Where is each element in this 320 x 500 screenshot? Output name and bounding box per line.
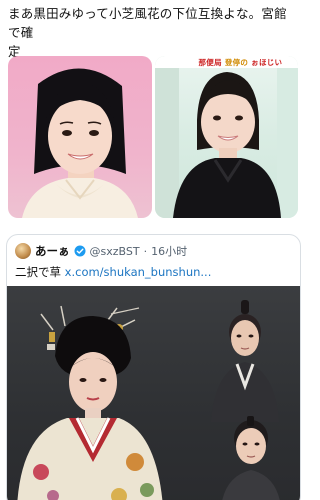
post-body: まあ黒田みゆって小芝風花の下位互換よな。宮館で確 定	[8, 4, 298, 61]
quoted-tweet-card[interactable]: あーぁ @sxzBST · 16小时 二択で草 x.com/shukan_bun…	[6, 234, 301, 500]
user-handle[interactable]: @sxzBST	[90, 245, 140, 258]
post-photo-left[interactable]	[8, 56, 152, 218]
post-photo-right[interactable]: 那便局 登停の ぉほじい	[154, 56, 298, 218]
quoted-tweet-text: 二択で草 x.com/shukan_bunshun...	[15, 264, 211, 280]
quoted-tweet-photo[interactable]	[7, 286, 300, 500]
meta-separator: ·	[143, 244, 148, 258]
avatar[interactable]	[15, 243, 31, 259]
drama-cast-illustration	[17, 300, 280, 500]
post-timestamp[interactable]: 16小时	[151, 243, 187, 259]
post-media-grid: 那便局 登停の ぉほじい	[8, 56, 298, 218]
quoted-tweet-link[interactable]: x.com/shukan_bunshun...	[65, 265, 212, 279]
portrait-illustration	[154, 56, 298, 218]
tv-caption-banner: 那便局 登停の ぉほじい	[198, 58, 283, 67]
post-view: まあ黒田みゆって小芝風花の下位互換よな。宮館で確 定 那便局 登停の ぉほじい …	[0, 0, 306, 500]
quoted-tweet-text-prefix: 二択で草	[15, 265, 65, 279]
post-text-line-1: まあ黒田みゆって小芝風花の下位互換よな。宮館で確	[8, 6, 287, 40]
quoted-tweet-header: あーぁ @sxzBST · 16小时	[15, 242, 187, 260]
display-name[interactable]: あーぁ	[35, 243, 70, 259]
portrait-illustration	[22, 68, 138, 218]
verified-badge-icon	[74, 245, 85, 257]
